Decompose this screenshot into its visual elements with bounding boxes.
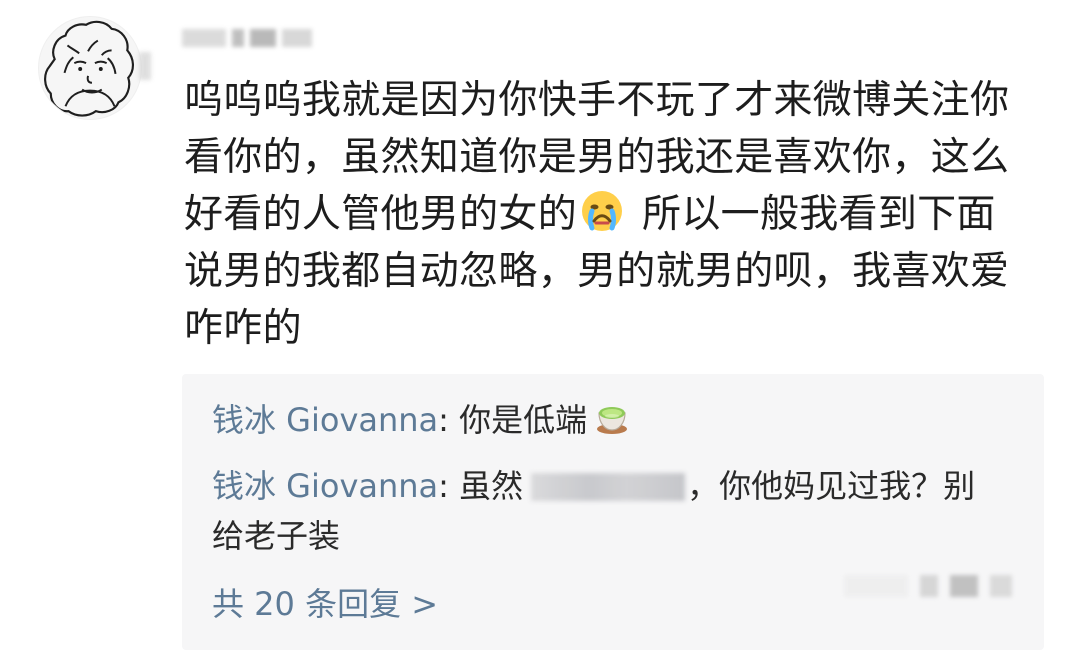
username-redacted — [182, 26, 312, 50]
reply-separator: : — [438, 401, 449, 439]
reply-user-name[interactable]: 钱冰 Giovanna — [212, 401, 438, 439]
reply-text: 你是低端 — [459, 401, 588, 439]
reply-user-name[interactable]: 钱冰 Giovanna — [212, 467, 438, 505]
avatar-illustration — [39, 17, 141, 119]
reply-text-before-redaction: 虽然 — [459, 467, 524, 505]
redacted-text — [531, 473, 686, 501]
tea-icon — [591, 396, 633, 438]
reply-separator: : — [438, 467, 449, 505]
reply-thread: 钱冰 Giovanna: 你是低端 钱冰 Giovanna: 虽然 ，你他妈见过我… — [182, 374, 1044, 650]
reply-item[interactable]: 钱冰 Giovanna: 你是低端 — [212, 395, 1002, 445]
comment-body: 呜呜呜我就是因为你快手不玩了才来微博关注你看你的，虽然知道你是男的我还是喜欢你，… — [184, 72, 1034, 357]
crying-face-icon — [578, 187, 626, 235]
redacted-corner-mark — [844, 568, 1054, 604]
reply-item[interactable]: 钱冰 Giovanna: 虽然 ，你他妈见过我？别给老子装 — [212, 461, 1002, 561]
more-replies-link[interactable]: 共 20 条回复 > — [212, 582, 438, 626]
avatar[interactable] — [38, 16, 142, 120]
redacted-mark — [139, 52, 151, 80]
